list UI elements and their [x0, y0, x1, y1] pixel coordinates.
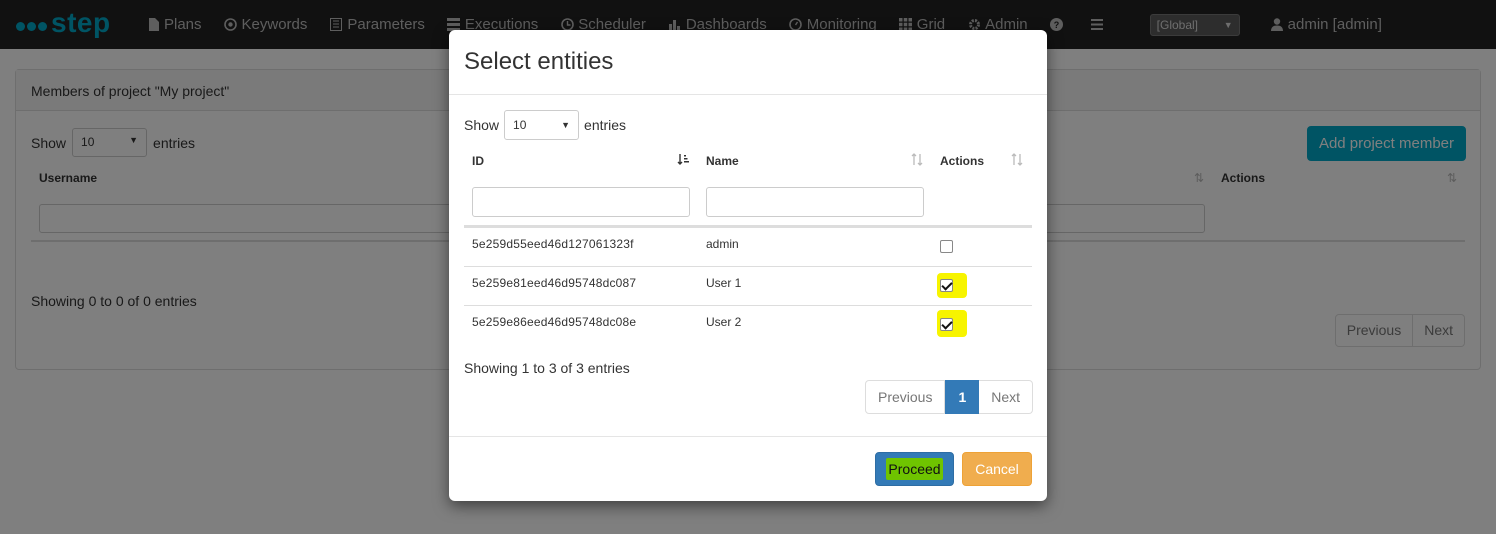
page-length: Show 10 ▼ entries: [464, 110, 626, 140]
page-length-value: 10: [513, 118, 527, 132]
row-select-checkbox[interactable]: [940, 318, 953, 331]
sort-ascending-icon[interactable]: [677, 153, 690, 169]
modal-footer-divider: [449, 436, 1047, 437]
previous-button[interactable]: Previous: [865, 380, 946, 414]
row-select-checkbox[interactable]: [940, 279, 953, 292]
proceed-label: Proceed: [886, 458, 943, 480]
table-info: Showing 1 to 3 of 3 entries: [464, 360, 630, 376]
row-divider: [464, 266, 1032, 267]
row-select-checkbox[interactable]: [940, 240, 953, 253]
modal-title: Select entities: [464, 48, 614, 75]
pagination: Previous 1 Next: [865, 380, 1034, 414]
table-header-divider: [464, 225, 1032, 228]
row-name: User 1: [706, 276, 742, 290]
page-length-select[interactable]: 10 ▼: [504, 110, 580, 140]
proceed-button[interactable]: Proceed: [875, 452, 954, 486]
sort-icon[interactable]: [911, 153, 923, 169]
name-filter-input[interactable]: [706, 187, 924, 217]
col-header-id[interactable]: ID: [472, 154, 484, 168]
row-id: 5e259e81eed46d95748dc087: [472, 276, 637, 290]
modal-header: Select entities: [449, 30, 1047, 95]
caret-down-icon: ▼: [561, 120, 571, 130]
row-divider: [464, 305, 1032, 306]
cancel-button[interactable]: Cancel: [962, 452, 1032, 486]
sort-icon[interactable]: [1011, 153, 1023, 169]
row-id: 5e259d55eed46d127061323f: [472, 237, 634, 251]
select-entities-modal: Select entities Show 10 ▼ entries ID Nam…: [449, 30, 1047, 501]
row-id: 5e259e86eed46d95748dc08e: [472, 315, 637, 329]
row-name: User 2: [706, 315, 742, 329]
row-name: admin: [706, 237, 739, 251]
page-1-button[interactable]: 1: [945, 380, 980, 414]
id-filter-input[interactable]: [472, 187, 690, 217]
entries-label: entries: [584, 117, 627, 133]
col-header-actions[interactable]: Actions: [940, 154, 984, 168]
next-button[interactable]: Next: [979, 380, 1034, 414]
col-header-name[interactable]: Name: [706, 154, 739, 168]
show-label: Show: [464, 117, 500, 133]
